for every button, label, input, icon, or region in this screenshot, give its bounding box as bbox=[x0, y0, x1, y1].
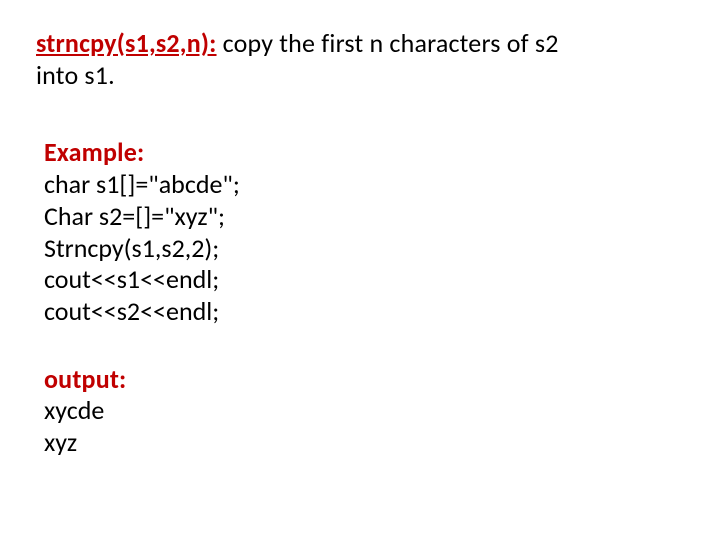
slide-content: strncpy(s1,s2,n): copy the first n chara… bbox=[0, 0, 720, 540]
example-line: cout<<s1<<endl; bbox=[44, 264, 690, 296]
spacer bbox=[36, 91, 690, 137]
output-line: xyz bbox=[44, 427, 690, 459]
example-line: char s1[]="abcde"; bbox=[44, 169, 690, 201]
output-label: output: bbox=[44, 364, 690, 396]
spacer bbox=[36, 328, 690, 364]
example-label: Example: bbox=[44, 137, 690, 169]
output-block: output: xycde xyz bbox=[44, 364, 690, 459]
function-signature: strncpy(s1,s2,n): bbox=[36, 27, 217, 59]
example-line: Strncpy(s1,s2,2); bbox=[44, 233, 690, 265]
example-block: Example: char s1[]="abcde"; Char s2=[]="… bbox=[44, 137, 690, 327]
example-line: cout<<s2<<endl; bbox=[44, 296, 690, 328]
output-line: xycde bbox=[44, 395, 690, 427]
example-line: Char s2=[]="xyz"; bbox=[44, 201, 690, 233]
function-signature-line: strncpy(s1,s2,n): copy the first n chara… bbox=[36, 28, 690, 60]
function-desc-1: copy the first n characters of s2 bbox=[217, 27, 559, 59]
function-desc-2: into s1. bbox=[36, 60, 690, 92]
